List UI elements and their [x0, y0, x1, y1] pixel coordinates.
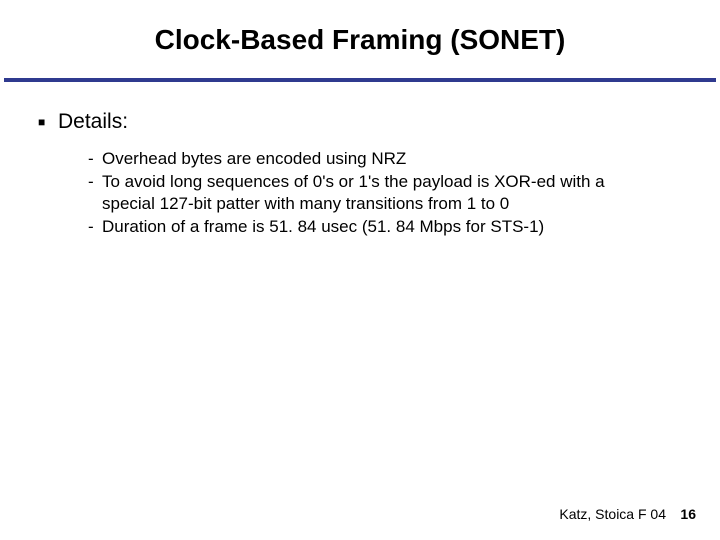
square-bullet-icon: ■ [38, 115, 48, 125]
list-item-text: Duration of a frame is 51. 84 usec (51. … [102, 216, 660, 237]
slide: Clock-Based Framing (SONET) ■Details: - … [0, 0, 720, 540]
section-heading: ■Details: [60, 110, 660, 134]
list-item: - To avoid long sequences of 0's or 1's … [88, 171, 660, 214]
dash-icon: - [88, 171, 102, 214]
footer-text: Katz, Stoica F 04 [559, 506, 666, 522]
sub-bullet-list: - Overhead bytes are encoded using NRZ -… [88, 148, 660, 237]
list-item-text: To avoid long sequences of 0's or 1's th… [102, 171, 660, 214]
list-item: - Duration of a frame is 51. 84 usec (51… [88, 216, 660, 237]
section-label: Details: [58, 110, 128, 133]
dash-icon: - [88, 148, 102, 169]
content-area: ■Details: - Overhead bytes are encoded u… [60, 110, 660, 239]
page-number: 16 [680, 506, 696, 522]
dash-icon: - [88, 216, 102, 237]
title-rule [4, 78, 716, 82]
slide-title: Clock-Based Framing (SONET) [0, 24, 720, 56]
list-item: - Overhead bytes are encoded using NRZ [88, 148, 660, 169]
list-item-text: Overhead bytes are encoded using NRZ [102, 148, 660, 169]
